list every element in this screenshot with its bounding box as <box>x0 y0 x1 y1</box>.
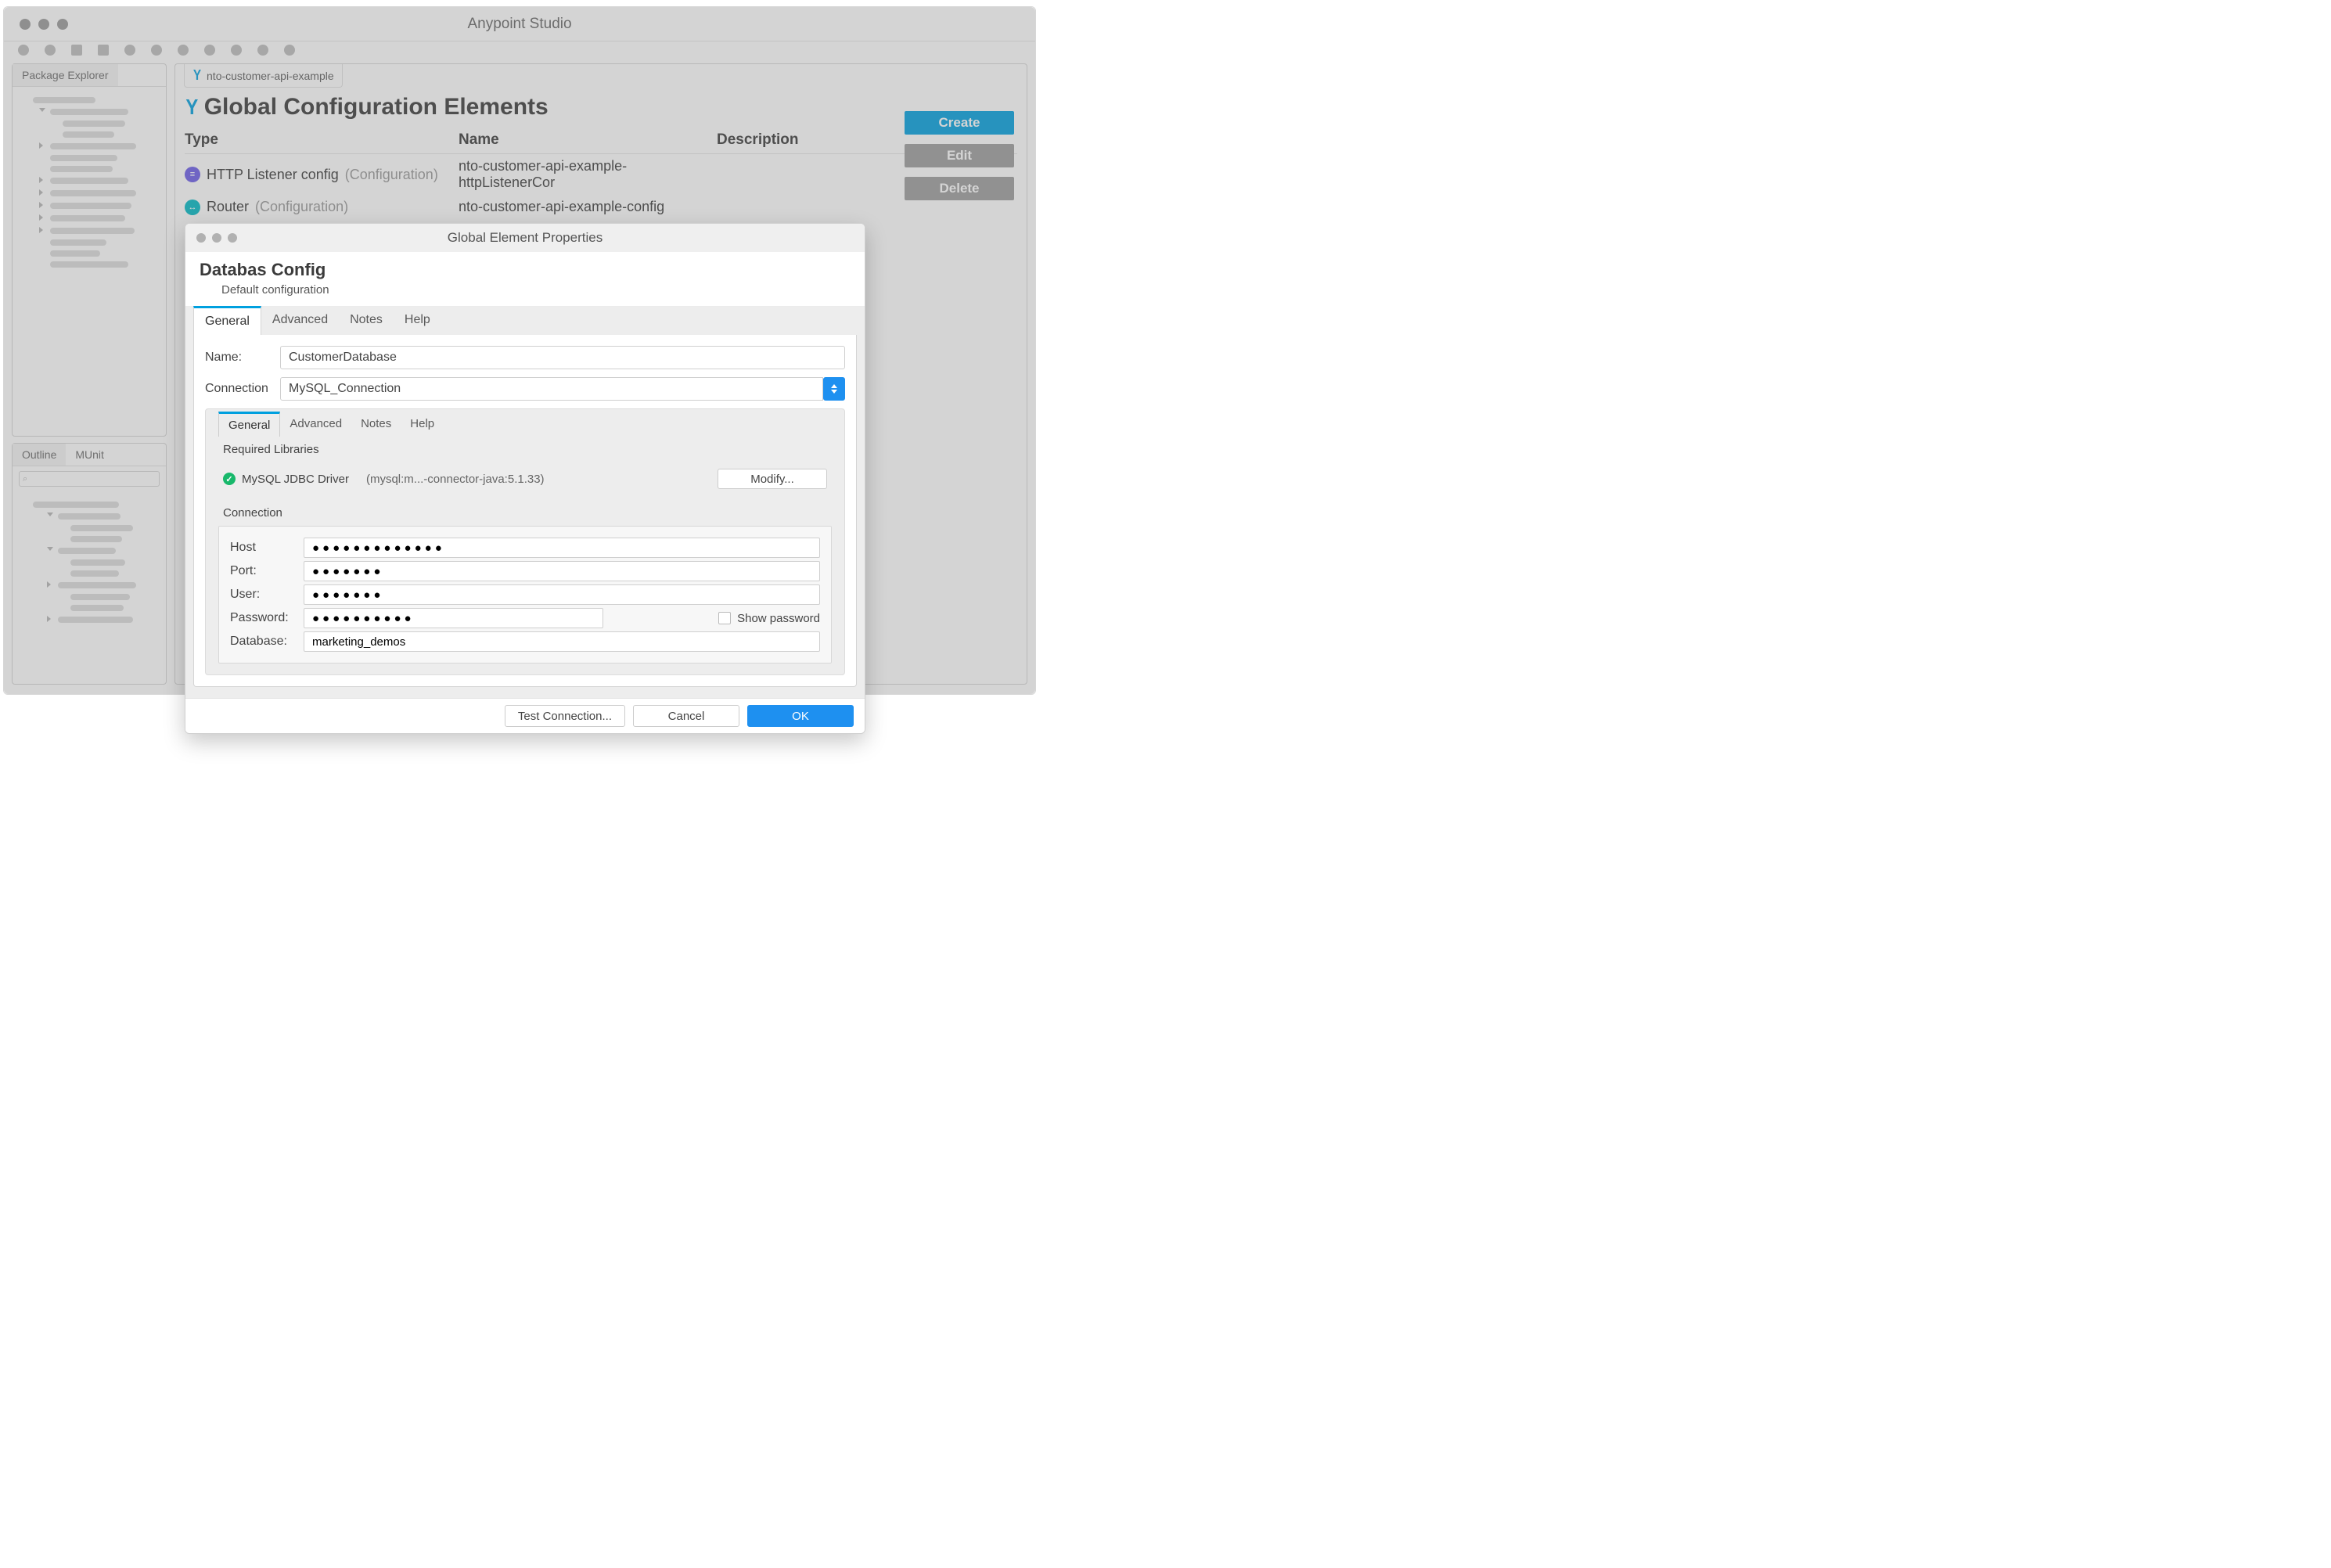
editor-tab-label: nto-customer-api-example <box>207 70 334 82</box>
toolbar-icon[interactable] <box>178 45 189 56</box>
port-label: Port: <box>230 564 304 578</box>
name-label: Name: <box>205 351 280 365</box>
inner-tab-advanced[interactable]: Advanced <box>280 412 351 437</box>
driver-detail: (mysql:m...-connector-java:5.1.33) <box>366 473 545 486</box>
outline-panel: Outline MUnit ⌕ <box>12 443 167 685</box>
toolbar-icon[interactable] <box>18 45 29 56</box>
host-label: Host <box>230 541 304 555</box>
dialog-heading: Databas Config <box>200 260 851 280</box>
toolbar-icon[interactable] <box>151 45 162 56</box>
port-input[interactable] <box>304 561 820 581</box>
test-connection-button[interactable]: Test Connection... <box>505 705 625 727</box>
window-title: Anypoint Studio <box>4 16 1035 33</box>
mule-icon: Y <box>185 95 198 120</box>
toolbar-icon[interactable] <box>284 45 295 56</box>
config-row[interactable]: ≡ HTTP Listener config (Configuration) n… <box>185 154 1017 195</box>
password-input[interactable] <box>304 608 603 628</box>
router-icon: ↔ <box>185 200 200 215</box>
editor-tab[interactable]: Y nto-customer-api-example <box>184 64 343 88</box>
toolbar-icon[interactable] <box>257 45 268 56</box>
config-row[interactable]: ↔ Router (Configuration) nto-customer-ap… <box>185 195 1017 219</box>
tab-help[interactable]: Help <box>394 307 441 335</box>
connection-fields: Host Port: User: Password: <box>218 526 832 664</box>
toolbar-icon[interactable] <box>71 45 82 56</box>
package-explorer-tree[interactable] <box>13 87 166 278</box>
column-name: Name <box>459 131 717 149</box>
edit-button[interactable]: Edit <box>905 144 1014 167</box>
required-libraries-label: Required Libraries <box>206 437 844 459</box>
delete-button[interactable]: Delete <box>905 177 1014 200</box>
modify-button[interactable]: Modify... <box>718 469 827 489</box>
tab-notes[interactable]: Notes <box>339 307 394 335</box>
tab-general[interactable]: General <box>193 306 261 335</box>
outline-tree[interactable] <box>13 491 166 634</box>
up-down-icon <box>831 384 837 394</box>
global-element-properties-dialog: Global Element Properties Databas Config… <box>185 223 865 734</box>
driver-name: MySQL JDBC Driver <box>242 473 349 486</box>
dialog-tabs: General Advanced Notes Help <box>193 307 857 335</box>
cancel-button[interactable]: Cancel <box>633 705 739 727</box>
toolbar-icon[interactable] <box>204 45 215 56</box>
toolbar-icon[interactable] <box>124 45 135 56</box>
dialog-title: Global Element Properties <box>185 230 865 246</box>
tab-outline[interactable]: Outline <box>13 444 66 466</box>
ok-button[interactable]: OK <box>747 705 854 727</box>
http-icon: ≡ <box>185 167 200 182</box>
show-password-checkbox[interactable] <box>718 612 731 624</box>
connection-select-toggle[interactable] <box>823 377 845 401</box>
inner-tab-notes[interactable]: Notes <box>351 412 401 437</box>
inner-tab-help[interactable]: Help <box>401 412 444 437</box>
host-input[interactable] <box>304 538 820 558</box>
check-icon: ✓ <box>223 473 236 485</box>
user-input[interactable] <box>304 584 820 605</box>
outline-search[interactable]: ⌕ <box>19 471 160 487</box>
package-explorer-panel: Package Explorer <box>12 63 167 437</box>
password-label: Password: <box>230 611 304 625</box>
show-password-label: Show password <box>737 612 820 625</box>
dialog-subheading: Default configuration <box>221 283 851 297</box>
user-label: User: <box>230 588 304 602</box>
inner-tab-general[interactable]: General <box>218 412 280 437</box>
tab-munit[interactable]: MUnit <box>66 444 113 466</box>
database-input[interactable] <box>304 631 820 652</box>
tab-advanced[interactable]: Advanced <box>261 307 339 335</box>
database-label: Database: <box>230 635 304 649</box>
window-toolbar <box>4 41 1035 60</box>
toolbar-icon[interactable] <box>45 45 56 56</box>
name-input[interactable] <box>280 346 845 369</box>
window-titlebar: Anypoint Studio <box>4 7 1035 41</box>
connection-label: Connection <box>205 382 280 396</box>
dialog-titlebar: Global Element Properties <box>185 224 865 252</box>
toolbar-icon[interactable] <box>98 45 109 56</box>
create-button[interactable]: Create <box>905 111 1014 135</box>
tab-package-explorer[interactable]: Package Explorer <box>13 64 118 86</box>
search-icon: ⌕ <box>23 474 27 484</box>
toolbar-icon[interactable] <box>231 45 242 56</box>
connection-select[interactable] <box>280 377 823 401</box>
mule-icon: Y <box>193 67 201 84</box>
page-title: Y Global Configuration Elements <box>185 94 1017 120</box>
column-type: Type <box>185 131 459 149</box>
connection-section-label: Connection <box>206 500 844 523</box>
